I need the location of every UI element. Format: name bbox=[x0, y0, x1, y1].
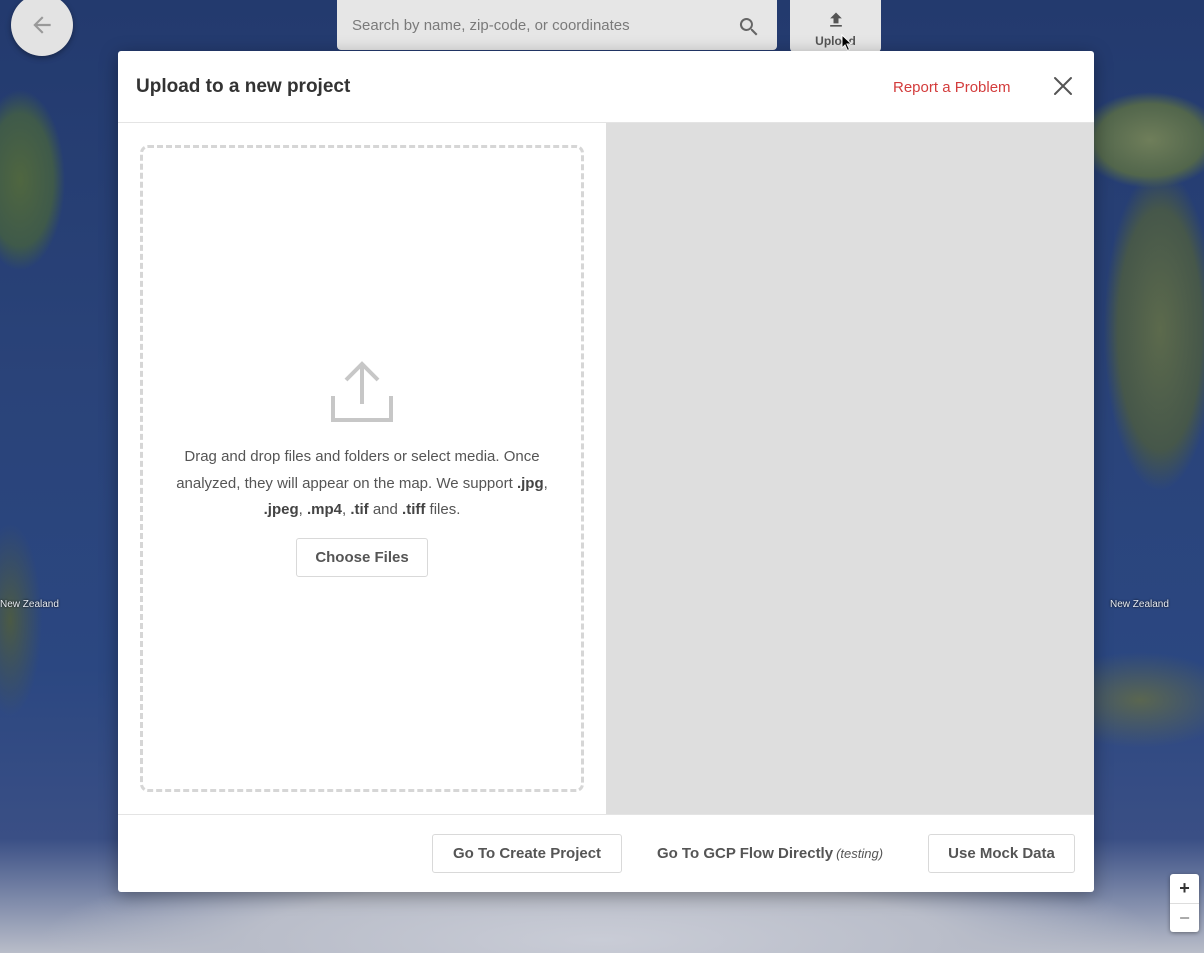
zoom-control: + − bbox=[1170, 874, 1199, 932]
search-icon[interactable] bbox=[737, 15, 761, 39]
search-bar bbox=[337, 0, 777, 50]
upload-modal: Upload to a new project Report a Problem… bbox=[118, 51, 1094, 892]
report-problem-link[interactable]: Report a Problem bbox=[893, 79, 1011, 96]
modal-footer: Go To Create Project Go To GCP Flow Dire… bbox=[118, 814, 1094, 892]
testing-note: (testing) bbox=[836, 846, 884, 861]
go-to-create-project-button[interactable]: Go To Create Project bbox=[432, 834, 622, 873]
choose-files-button[interactable]: Choose Files bbox=[296, 538, 428, 577]
modal-title: Upload to a new project bbox=[136, 76, 351, 97]
map-label-new-zealand-left: New Zealand bbox=[0, 599, 59, 610]
upload-icon bbox=[829, 12, 842, 27]
upload-button[interactable]: Upload bbox=[790, 0, 881, 52]
arrow-left-icon bbox=[33, 16, 51, 34]
map-preview-pane bbox=[606, 123, 1094, 814]
file-dropzone[interactable]: Drag and drop files and folders or selec… bbox=[140, 145, 584, 792]
use-mock-data-button[interactable]: Use Mock Data bbox=[928, 834, 1075, 873]
upload-tray-icon bbox=[331, 361, 393, 422]
search-input[interactable] bbox=[337, 0, 727, 50]
close-icon[interactable] bbox=[1053, 76, 1073, 96]
mouse-cursor-icon bbox=[841, 34, 853, 52]
zoom-in-button[interactable]: + bbox=[1170, 874, 1199, 903]
modal-body: Drag and drop files and folders or selec… bbox=[118, 123, 1094, 814]
map-label-new-zealand-right: New Zealand bbox=[1110, 599, 1169, 610]
gcp-flow-label: Go To GCP Flow Directly bbox=[656, 845, 834, 862]
modal-header: Upload to a new project Report a Problem bbox=[118, 51, 1094, 123]
go-to-gcp-flow-button[interactable]: Go To GCP Flow Directly (testing) bbox=[643, 834, 897, 873]
dropzone-instructions: Drag and drop files and folders or selec… bbox=[176, 448, 548, 518]
zoom-out-button[interactable]: − bbox=[1170, 903, 1199, 932]
upload-pane: Drag and drop files and folders or selec… bbox=[118, 123, 606, 814]
